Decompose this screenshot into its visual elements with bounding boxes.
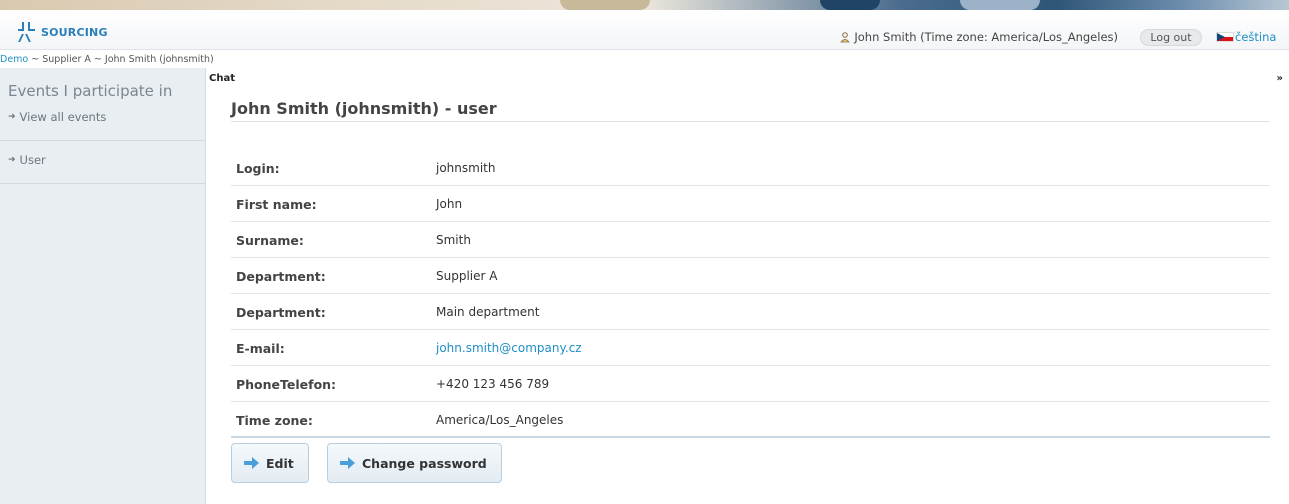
sidebar-item-label: View all events <box>19 110 107 124</box>
title-divider <box>231 121 1270 122</box>
banner-decoration <box>820 0 880 10</box>
edit-button-label: Edit <box>266 455 294 471</box>
detail-row-department: Department: Supplier A <box>231 258 1270 294</box>
sidebar-title: Events I participate in <box>8 82 173 100</box>
detail-label: Surname: <box>236 233 304 248</box>
user-icon <box>840 31 851 42</box>
user-info-text: John Smith (Time zone: America/Los_Angel… <box>854 30 1118 44</box>
detail-value: +420 123 456 789 <box>436 377 550 391</box>
detail-value: Main department <box>436 305 540 319</box>
sidebar-divider <box>0 183 205 184</box>
email-link[interactable]: john.smith@company.cz <box>436 341 582 355</box>
language-label: čeština <box>1235 30 1277 44</box>
detail-value: America/Los_Angeles <box>436 413 564 427</box>
breadcrumb: Demo ~ Supplier A ~ John Smith (johnsmit… <box>0 54 214 65</box>
arrow-right-icon: ➜ <box>8 155 16 165</box>
arrow-right-icon <box>244 457 260 469</box>
sidebar-divider <box>0 140 205 141</box>
header: SOURCING John Smith (Time zone: America/… <box>0 10 1289 50</box>
sidebar-item-user[interactable]: ➜ User <box>8 153 46 167</box>
detail-label: Department: <box>236 305 326 320</box>
detail-label: Login: <box>236 161 280 176</box>
detail-row-email: E-mail: john.smith@company.cz <box>231 330 1270 366</box>
detail-row-department-main: Department: Main department <box>231 294 1270 330</box>
banner-decoration <box>960 0 1040 10</box>
detail-label: PhoneTelefon: <box>236 377 337 392</box>
logo-text: SOURCING <box>41 25 108 39</box>
breadcrumb-root-link[interactable]: Demo <box>0 54 28 65</box>
edit-button[interactable]: Edit <box>231 443 309 483</box>
arrow-right-icon <box>340 457 356 469</box>
user-info: John Smith (Time zone: America/Los_Angel… <box>840 30 1118 44</box>
detail-row-phone: PhoneTelefon: +420 123 456 789 <box>231 366 1270 402</box>
detail-label: Department: <box>236 269 326 284</box>
detail-row-time-zone: Time zone: America/Los_Angeles <box>231 402 1270 438</box>
detail-value: Supplier A <box>436 269 498 283</box>
change-password-button-label: Change password <box>362 455 487 471</box>
sidebar: Events I participate in ➜ View all event… <box>0 68 206 504</box>
logout-button[interactable]: Log out <box>1140 29 1202 46</box>
arrow-right-icon: ➜ <box>8 112 16 122</box>
breadcrumb-trail: ~ Supplier A ~ John Smith (johnsmith) <box>28 54 214 65</box>
detail-value: John <box>436 197 463 211</box>
detail-row-login: Login: johnsmith <box>231 150 1270 186</box>
logo-icon <box>18 22 40 42</box>
chat-bar: Chat » <box>206 73 1289 86</box>
top-banner <box>0 0 1289 10</box>
sidebar-item-label: User <box>19 153 46 167</box>
user-detail-table: Login: johnsmith First name: John Surnam… <box>231 150 1270 438</box>
chat-expand-icon[interactable]: » <box>1277 73 1283 84</box>
detail-label: First name: <box>236 197 317 212</box>
chat-label[interactable]: Chat <box>209 73 235 84</box>
detail-label: E-mail: <box>236 341 285 356</box>
detail-value: Smith <box>436 233 471 247</box>
banner-decoration <box>560 0 650 10</box>
detail-value: johnsmith <box>436 161 496 175</box>
change-password-button[interactable]: Change password <box>327 443 502 483</box>
detail-row-surname: Surname: Smith <box>231 222 1270 258</box>
logo[interactable]: SOURCING <box>18 22 108 42</box>
detail-row-first-name: First name: John <box>231 186 1270 222</box>
czech-flag-icon <box>1216 32 1234 42</box>
detail-label: Time zone: <box>236 413 313 428</box>
page-title: John Smith (johnsmith) - user <box>231 99 497 118</box>
sidebar-item-view-all-events[interactable]: ➜ View all events <box>8 110 106 124</box>
language-switch[interactable]: čeština <box>1216 30 1276 44</box>
